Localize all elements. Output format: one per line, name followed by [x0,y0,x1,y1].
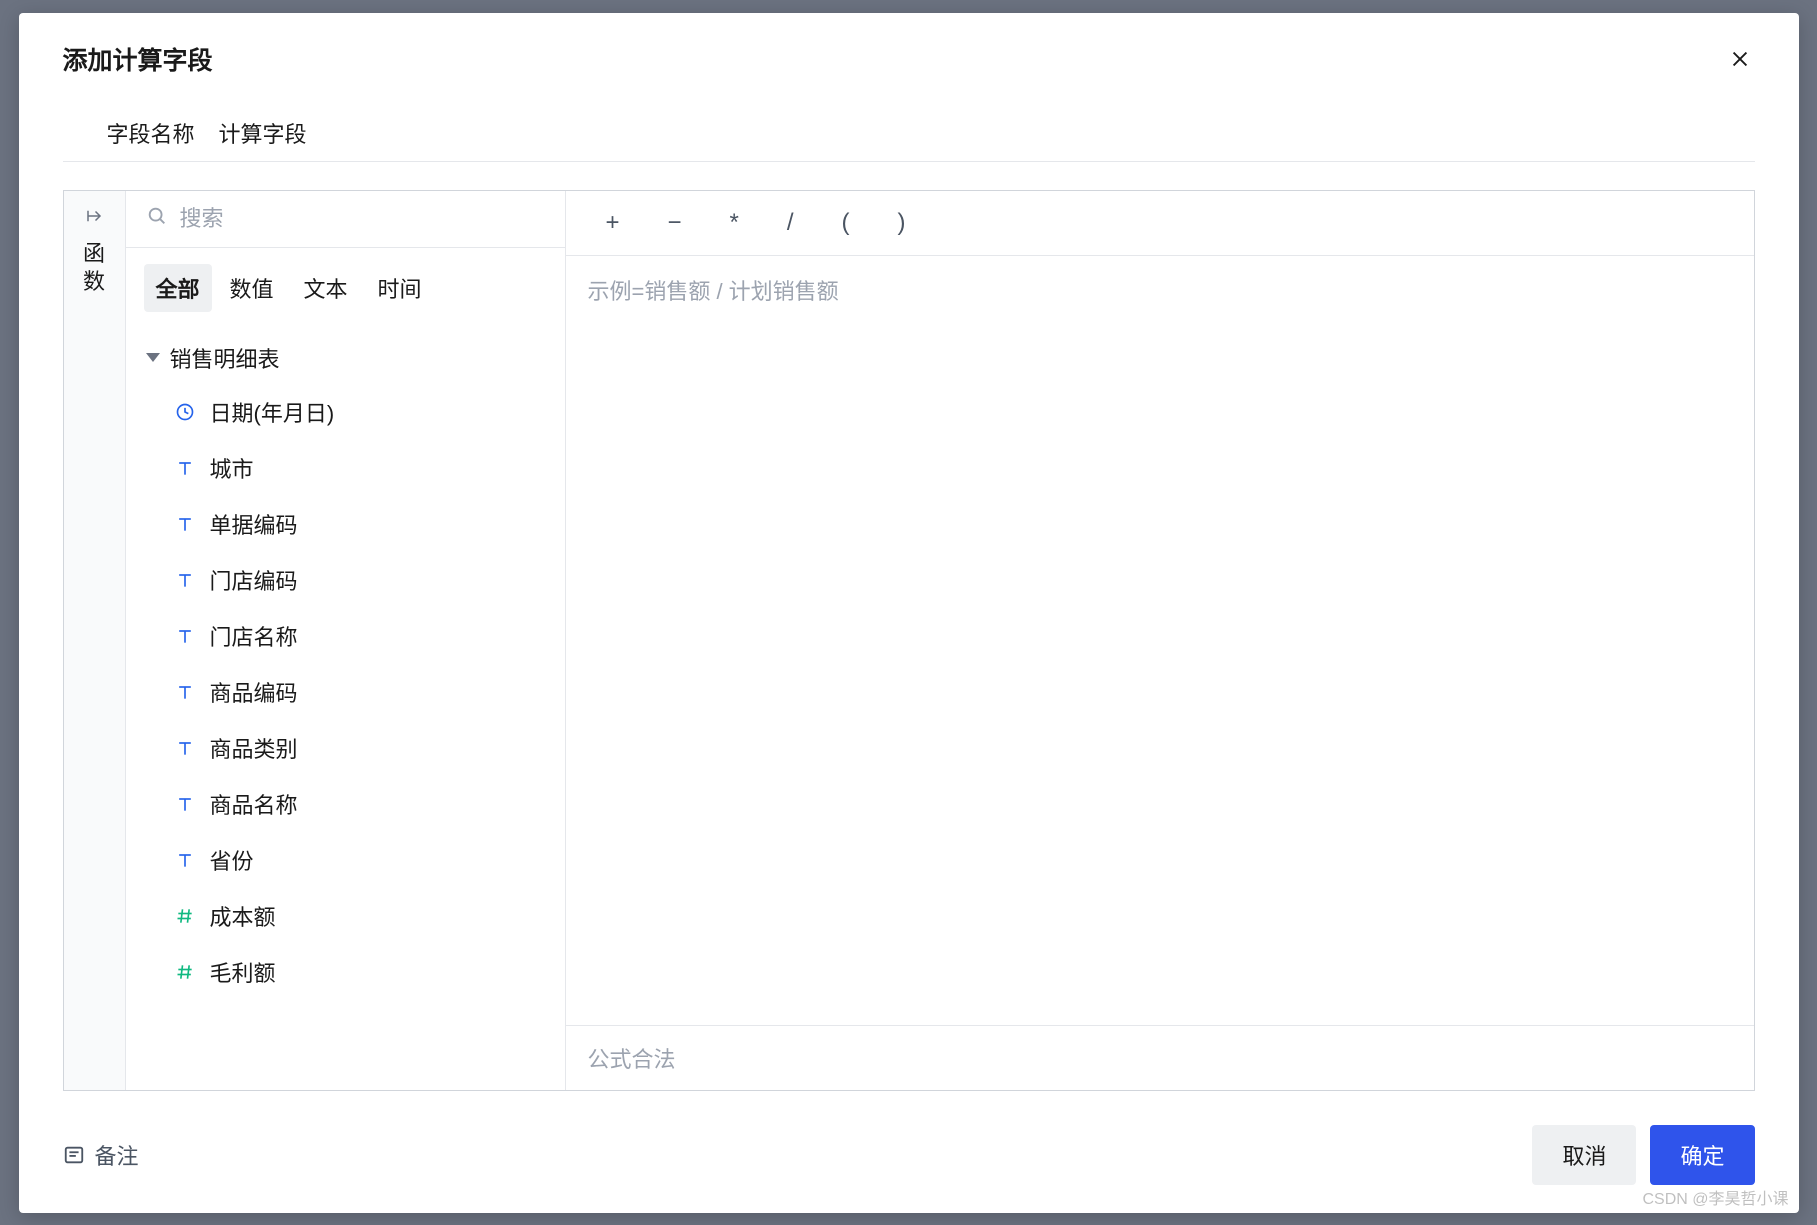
text-type-icon [174,569,196,591]
field-item[interactable]: 毛利额 [146,944,565,1000]
op-rparen[interactable]: ) [898,209,906,237]
remark-icon [63,1144,85,1166]
text-type-icon [174,737,196,759]
search-input[interactable] [180,206,545,232]
number-type-icon [174,905,196,927]
field-label: 单据编码 [210,508,298,540]
text-type-icon [174,513,196,535]
op-multiply[interactable]: * [730,209,739,237]
filter-tab-time[interactable]: 时间 [366,264,434,312]
close-icon [1729,48,1751,70]
modal-footer: 备注 取消 确定 [19,1103,1799,1213]
fields-panel: 全部 数值 文本 时间 销售明细表 日期(年月日) 城市单据编码门店编码门店名称商… [126,191,566,1090]
tab-start-icon[interactable] [85,207,103,230]
field-label: 商品编码 [210,676,298,708]
field-label: 省份 [210,844,254,876]
field-item[interactable]: 单据编码 [146,496,565,552]
number-type-icon [174,961,196,983]
field-label: 门店名称 [210,620,298,652]
op-plus[interactable]: + [606,209,620,237]
field-name-row: 字段名称 计算字段 [63,101,1755,162]
formula-editor-wrap [566,256,1754,1025]
text-type-icon [174,681,196,703]
field-item[interactable]: 城市 [146,440,565,496]
sidebar-tab-functions[interactable]: 函数 [82,240,106,297]
formula-panel: + − * / ( ) 公式合法 [566,191,1754,1090]
field-item[interactable]: 省份 [146,832,565,888]
ok-button[interactable]: 确定 [1650,1125,1754,1185]
text-type-icon [174,625,196,647]
field-item[interactable]: 商品名称 [146,776,565,832]
cancel-button[interactable]: 取消 [1532,1125,1636,1185]
formula-status: 公式合法 [566,1025,1754,1090]
text-type-icon [174,793,196,815]
formula-input[interactable] [588,274,1732,1007]
field-label: 日期(年月日) [210,396,335,428]
modal-header: 添加计算字段 [19,13,1799,101]
op-lparen[interactable]: ( [842,209,850,237]
footer-buttons: 取消 确定 [1532,1125,1754,1185]
filter-tab-number[interactable]: 数值 [218,264,286,312]
remark-label: 备注 [95,1139,139,1171]
field-label: 毛利额 [210,956,276,988]
field-name-value[interactable]: 计算字段 [219,117,307,149]
field-label: 城市 [210,452,254,484]
field-label: 商品名称 [210,788,298,820]
field-label: 商品类别 [210,732,298,764]
field-item[interactable]: 日期(年月日) [146,384,565,440]
caret-down-icon [146,353,160,362]
close-button[interactable] [1725,44,1755,74]
field-label: 门店编码 [210,564,298,596]
watermark: CSDN @李昊哲小课 [1642,1185,1788,1209]
tree-group-label: 销售明细表 [170,342,280,374]
field-name-label: 字段名称 [107,117,195,149]
field-tree[interactable]: 销售明细表 日期(年月日) 城市单据编码门店编码门店名称商品编码商品类别商品名称省… [126,322,565,1090]
modal-title: 添加计算字段 [63,41,213,77]
text-type-icon [174,849,196,871]
field-item[interactable]: 商品编码 [146,664,565,720]
clock-icon [174,401,196,423]
filter-tab-text[interactable]: 文本 [292,264,360,312]
search-icon [146,205,168,233]
filter-tabs: 全部 数值 文本 时间 [126,248,565,322]
workspace: 函数 全部 数值 文本 时间 销售明细表 日期(年月日) 城市 [63,190,1755,1091]
field-item[interactable]: 成本额 [146,888,565,944]
field-item[interactable]: 门店编码 [146,552,565,608]
op-divide[interactable]: / [787,209,794,237]
filter-tab-all[interactable]: 全部 [144,264,212,312]
op-minus[interactable]: − [668,209,682,237]
field-label: 成本额 [210,900,276,932]
tree-group-sales-detail[interactable]: 销售明细表 [146,332,565,384]
search-row [126,191,565,248]
remark-button[interactable]: 备注 [63,1139,139,1171]
operator-toolbar: + − * / ( ) [566,191,1754,256]
text-type-icon [174,457,196,479]
field-item[interactable]: 商品类别 [146,720,565,776]
add-calc-field-modal: 添加计算字段 字段名称 计算字段 函数 全部 数值 文本 [19,13,1799,1213]
field-item[interactable]: 门店名称 [146,608,565,664]
sidebar: 函数 [64,191,126,1090]
